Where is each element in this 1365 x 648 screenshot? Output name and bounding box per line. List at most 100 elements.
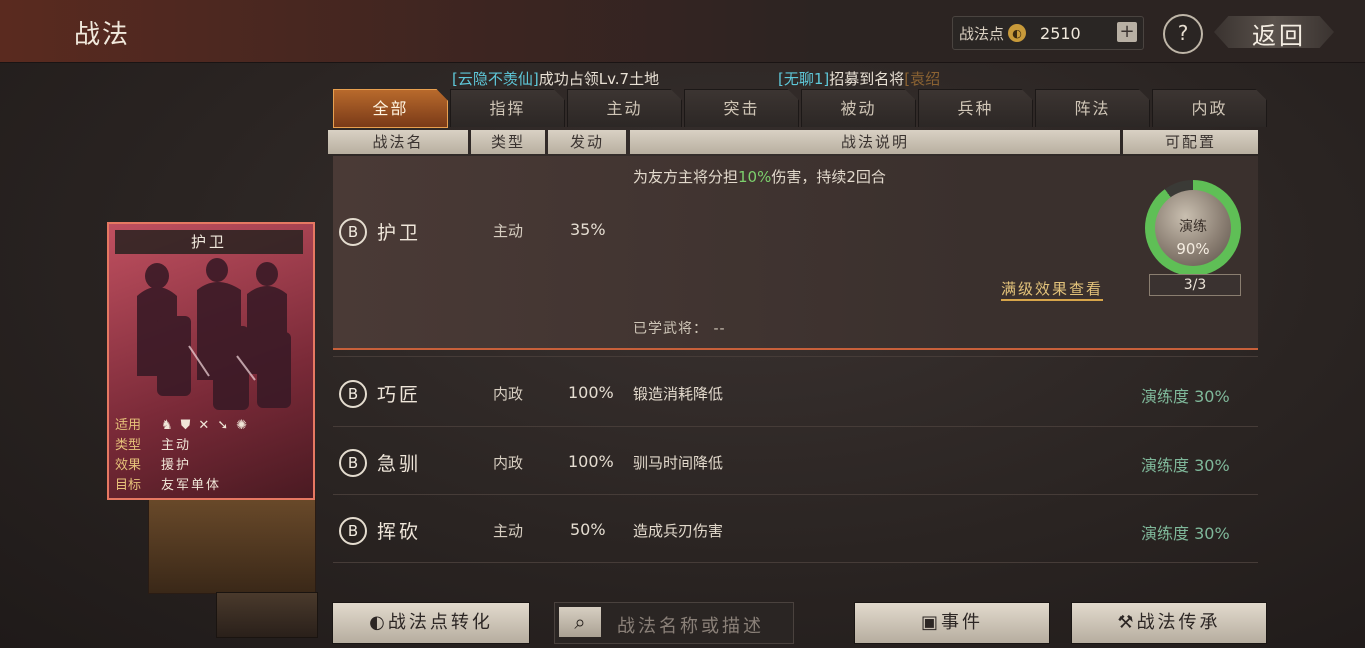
tactic-type: 主动 bbox=[493, 222, 524, 240]
tactic-rate: 100% bbox=[568, 452, 614, 471]
tactic-points-box: 战法点 ◐ 2510 + bbox=[952, 16, 1144, 50]
ticker-text: 成功占领Lv.7土地 bbox=[538, 70, 660, 88]
ticker-text: 招募到名将 bbox=[829, 70, 905, 88]
tab-command[interactable]: 指挥 bbox=[450, 89, 565, 127]
tactic-name: 护卫 bbox=[377, 222, 422, 244]
card-art-soldiers-silhouette bbox=[137, 258, 291, 410]
tactic-description: 驯马时间降低 bbox=[633, 454, 724, 472]
column-name: 战法名 bbox=[328, 130, 468, 154]
tactic-rate: 50% bbox=[570, 520, 606, 539]
shield-icon: ⛊ bbox=[180, 418, 191, 433]
card-type-value: 主动 bbox=[161, 438, 192, 453]
tactic-points-label: 战法点 bbox=[959, 24, 1005, 43]
card-label-type: 类型 bbox=[115, 438, 142, 453]
card-label-target: 目标 bbox=[115, 478, 142, 493]
tactic-rate: 100% bbox=[568, 383, 614, 402]
card-effect-value: 援护 bbox=[161, 458, 192, 473]
bow-icon: ✕ bbox=[198, 418, 210, 433]
tactic-card: 护卫 适用 ♞ ⛊ ✕ ➘ ✺ 类型 主动 效果 援护 目标 友军单体 bbox=[107, 222, 315, 500]
proficiency: 演练度 30% bbox=[1141, 456, 1230, 475]
tab-formation[interactable]: 阵法 bbox=[1035, 89, 1150, 127]
tab-passive[interactable]: 被动 bbox=[801, 89, 916, 127]
practice-value: 90% bbox=[1176, 240, 1210, 258]
card-label-troops: 适用 bbox=[115, 418, 142, 433]
row-divider bbox=[333, 494, 1258, 495]
practice-label: 演练 bbox=[1179, 219, 1207, 235]
tactic-name: 急驯 bbox=[377, 453, 422, 475]
selected-tactic-row[interactable]: B 护卫 主动 35% 为友方主将分担10%伤害，持续2回合 满级效果查看 已学… bbox=[333, 156, 1258, 350]
ticker-player-name: [云隐不羡仙] bbox=[452, 70, 539, 88]
hammer-icon: ⚒ bbox=[1117, 612, 1137, 633]
help-button[interactable]: ? bbox=[1163, 14, 1203, 54]
desc-highlight: 10% bbox=[738, 168, 772, 186]
card-stack-back-2 bbox=[216, 592, 318, 638]
wheel-icon: ✺ bbox=[236, 418, 248, 433]
convert-points-label: 战法点转化 bbox=[387, 612, 493, 633]
tactic-type: 主动 bbox=[493, 522, 524, 540]
card-target-value: 友军单体 bbox=[161, 478, 222, 493]
row-divider bbox=[333, 562, 1258, 563]
full-level-effect-link[interactable]: 满级效果查看 bbox=[1001, 278, 1104, 301]
desc-text: 为友方主将分担 bbox=[633, 168, 739, 186]
tactic-points-icon: ◐ bbox=[1008, 24, 1027, 42]
drop-icon: ◐ bbox=[369, 612, 388, 633]
inherit-label: 战法传承 bbox=[1136, 612, 1221, 633]
card-info: 适用 ♞ ⛊ ✕ ➘ ✺ 类型 主动 效果 援护 目标 友军单体 bbox=[115, 416, 305, 496]
card-stack-back bbox=[148, 496, 316, 594]
cavalry-icon: ♞ bbox=[161, 418, 173, 433]
learned-generals: 已学武将： -- bbox=[633, 321, 726, 337]
category-tabs: 全部 指挥 主动 突击 被动 兵种 阵法 内政 bbox=[333, 89, 1269, 128]
tactic-type: 内政 bbox=[493, 454, 524, 472]
ticker-message-1: [云隐不羡仙]成功占领Lv.7土地 bbox=[452, 68, 659, 89]
tactic-name: 巧匠 bbox=[377, 384, 422, 406]
add-points-button[interactable]: + bbox=[1117, 22, 1137, 42]
page-title: 战法 bbox=[74, 20, 131, 50]
inherit-tactic-button[interactable]: ⚒战法传承 bbox=[1071, 602, 1267, 644]
tab-internal-affairs[interactable]: 内政 bbox=[1152, 89, 1267, 127]
alert-icon: ▣ bbox=[920, 612, 941, 633]
tactic-type: 内政 bbox=[493, 385, 524, 403]
desc-text: 伤害，持续2回合 bbox=[771, 168, 886, 186]
tactic-description: 为友方主将分担10%伤害，持续2回合 bbox=[633, 166, 886, 187]
ticker-message-2: [无聊1]招募到名将[袁绍 bbox=[778, 68, 940, 89]
tab-troop-type[interactable]: 兵种 bbox=[918, 89, 1033, 127]
ticker-extra: [袁绍 bbox=[904, 70, 941, 88]
spear-icon: ➘ bbox=[217, 418, 229, 433]
tab-assault[interactable]: 突击 bbox=[684, 89, 799, 127]
tactic-rate: 35% bbox=[570, 220, 606, 239]
column-type: 类型 bbox=[471, 130, 545, 154]
grade-badge: B bbox=[339, 218, 367, 246]
tactic-points-value: 2510 bbox=[1040, 23, 1081, 43]
grade-badge: B bbox=[339, 380, 367, 408]
search-icon[interactable]: ⌕ bbox=[559, 607, 601, 637]
practice-count: 3/3 bbox=[1149, 274, 1241, 296]
convert-points-button[interactable]: ◐战法点转化 bbox=[332, 602, 530, 644]
tactic-description: 造成兵刃伤害 bbox=[633, 522, 724, 540]
proficiency: 演练度 30% bbox=[1141, 387, 1230, 406]
event-label: 事件 bbox=[941, 612, 983, 633]
search-placeholder: 战法名称或描述 bbox=[617, 616, 764, 637]
row-divider bbox=[333, 426, 1258, 427]
tab-all[interactable]: 全部 bbox=[333, 89, 448, 128]
back-button-label: 返回 bbox=[1252, 22, 1306, 50]
ticker-player-name: [无聊1] bbox=[778, 70, 830, 88]
grade-badge: B bbox=[339, 517, 367, 545]
tactic-description: 锻造消耗降低 bbox=[633, 385, 724, 403]
column-configurable: 可配置 bbox=[1123, 130, 1258, 154]
tab-active[interactable]: 主动 bbox=[567, 89, 682, 127]
top-bar: 战法 战法点 ◐ 2510 + ? 返回 bbox=[0, 0, 1365, 63]
card-title: 护卫 bbox=[115, 230, 303, 254]
tactic-name: 挥砍 bbox=[377, 521, 422, 543]
troop-icons: ♞ ⛊ ✕ ➘ ✺ bbox=[161, 416, 247, 436]
back-button[interactable]: 返回 bbox=[1214, 12, 1338, 52]
column-trigger: 发动 bbox=[548, 130, 626, 154]
practice-button[interactable]: 演练 90% 3/3 bbox=[1145, 180, 1245, 296]
row-divider bbox=[333, 356, 1258, 357]
event-button[interactable]: ▣事件 bbox=[854, 602, 1050, 644]
grade-badge: B bbox=[339, 449, 367, 477]
proficiency: 演练度 30% bbox=[1141, 524, 1230, 543]
card-label-effect: 效果 bbox=[115, 458, 142, 473]
column-description: 战法说明 bbox=[630, 130, 1120, 154]
tactic-list: B 护卫 主动 35% 为友方主将分担10%伤害，持续2回合 满级效果查看 已学… bbox=[333, 156, 1258, 586]
search-bar[interactable]: ⌕ 战法名称或描述 bbox=[554, 602, 794, 644]
